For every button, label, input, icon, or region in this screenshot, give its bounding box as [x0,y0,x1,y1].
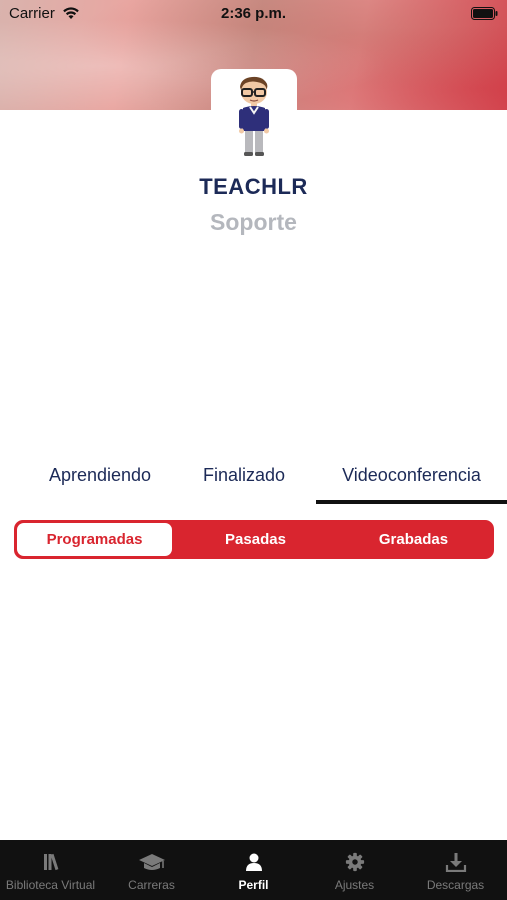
segment-grabadas[interactable]: Grabadas [336,522,491,557]
graduation-cap-icon [138,854,165,870]
avatar-character-icon [239,76,269,156]
download-icon [445,853,466,872]
battery-icon [471,7,498,20]
gear-icon [345,852,364,872]
avatar [211,69,297,161]
tab-selected-indicator [316,500,507,504]
tab-aprendiendo[interactable]: Aprendiendo [20,460,180,506]
person-icon [245,853,262,871]
tab-finalizado[interactable]: Finalizado [176,460,312,506]
tabbar-label: Perfil [238,878,269,892]
tabbar-label: Descargas [426,878,485,892]
tabbar-item-biblioteca-virtual[interactable]: Biblioteca Virtual [0,840,101,900]
profile-role: Soporte [210,209,297,235]
tabbar-item-perfil[interactable]: Perfil [203,840,304,900]
tabbar-label: Ajustes [334,878,375,892]
segment-pasadas[interactable]: Pasadas [178,522,333,557]
tabbar-item-carreras[interactable]: Carreras [101,840,202,900]
bottom-tab-bar: Biblioteca Virtual Carreras Perfil Ajust… [0,840,507,900]
segment-programadas[interactable]: Programadas [17,523,172,556]
status-bar: Carrier 2:36 p.m. [0,0,507,28]
books-icon [43,853,58,871]
profile-name: TEACHLR [199,174,308,199]
tabbar-item-ajustes[interactable]: Ajustes [304,840,405,900]
tabbar-label: Carreras [128,878,175,892]
tabbar-item-descargas[interactable]: Descargas [405,840,506,900]
videoconference-filter-segmented-control: Programadas Pasadas Grabadas [14,520,494,559]
tabbar-label: Biblioteca Virtual [5,878,96,892]
clock-time: 2:36 p.m. [220,5,287,22]
